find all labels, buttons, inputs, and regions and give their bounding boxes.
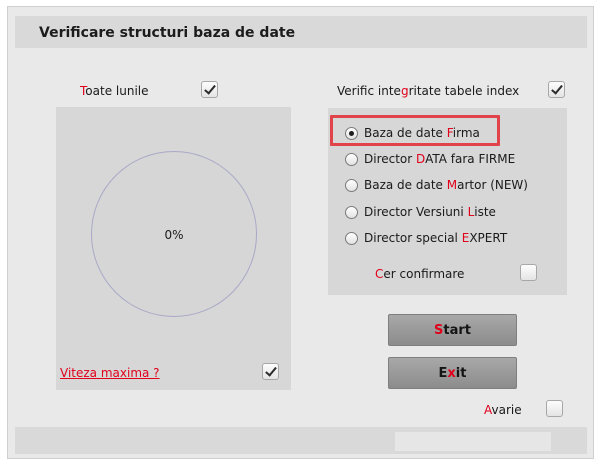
- radio-baza-martor[interactable]: Baza de date Martor (NEW): [345, 176, 528, 194]
- start-button[interactable]: Start: [388, 314, 517, 346]
- toate-lunile-label: Toate lunile: [80, 84, 149, 98]
- selection-highlight: [330, 115, 500, 146]
- cer-confirmare-label: Cer confirmare: [375, 267, 465, 281]
- verific-integritate-checkbox[interactable]: [548, 81, 565, 98]
- progress-percent: 0%: [164, 228, 184, 242]
- progress-panel: 0%: [56, 107, 291, 390]
- radio-label: Baza de date Martor (NEW): [364, 178, 528, 192]
- exit-button[interactable]: Ex it: [388, 357, 517, 389]
- progress-circle: 0%: [91, 151, 257, 317]
- radio-director-data[interactable]: Director DATA fara FIRME: [345, 150, 515, 168]
- status-bar: [15, 427, 587, 454]
- verific-integritate-label: Verific integritate tabele index: [337, 84, 520, 98]
- viteza-maxima-checkbox[interactable]: [262, 363, 279, 380]
- radio-label: Director DATA fara FIRME: [364, 152, 516, 166]
- avarie-label: Avarie: [484, 403, 522, 417]
- radio-button[interactable]: [345, 205, 358, 219]
- radio-button[interactable]: [345, 178, 358, 192]
- radio-label: Director special EXPERT: [364, 231, 508, 245]
- toate-lunile-checkbox[interactable]: [201, 81, 218, 98]
- dialog-header: Verificare structuri baza de date: [15, 16, 587, 48]
- radio-director-versiuni[interactable]: Director Versiuni Liste: [345, 203, 496, 221]
- radio-director-expert[interactable]: Director special EXPERT: [345, 229, 507, 247]
- avarie-checkbox[interactable]: [546, 400, 563, 417]
- radio-button[interactable]: [345, 231, 358, 245]
- status-field: [395, 432, 551, 451]
- cer-confirmare-checkbox[interactable]: [520, 264, 537, 281]
- radio-label: Director Versiuni Liste: [364, 205, 496, 219]
- radio-button[interactable]: [345, 152, 358, 166]
- viteza-maxima-label: Viteza maxima ?: [60, 366, 160, 380]
- page-title: Verificare structuri baza de date: [39, 25, 296, 41]
